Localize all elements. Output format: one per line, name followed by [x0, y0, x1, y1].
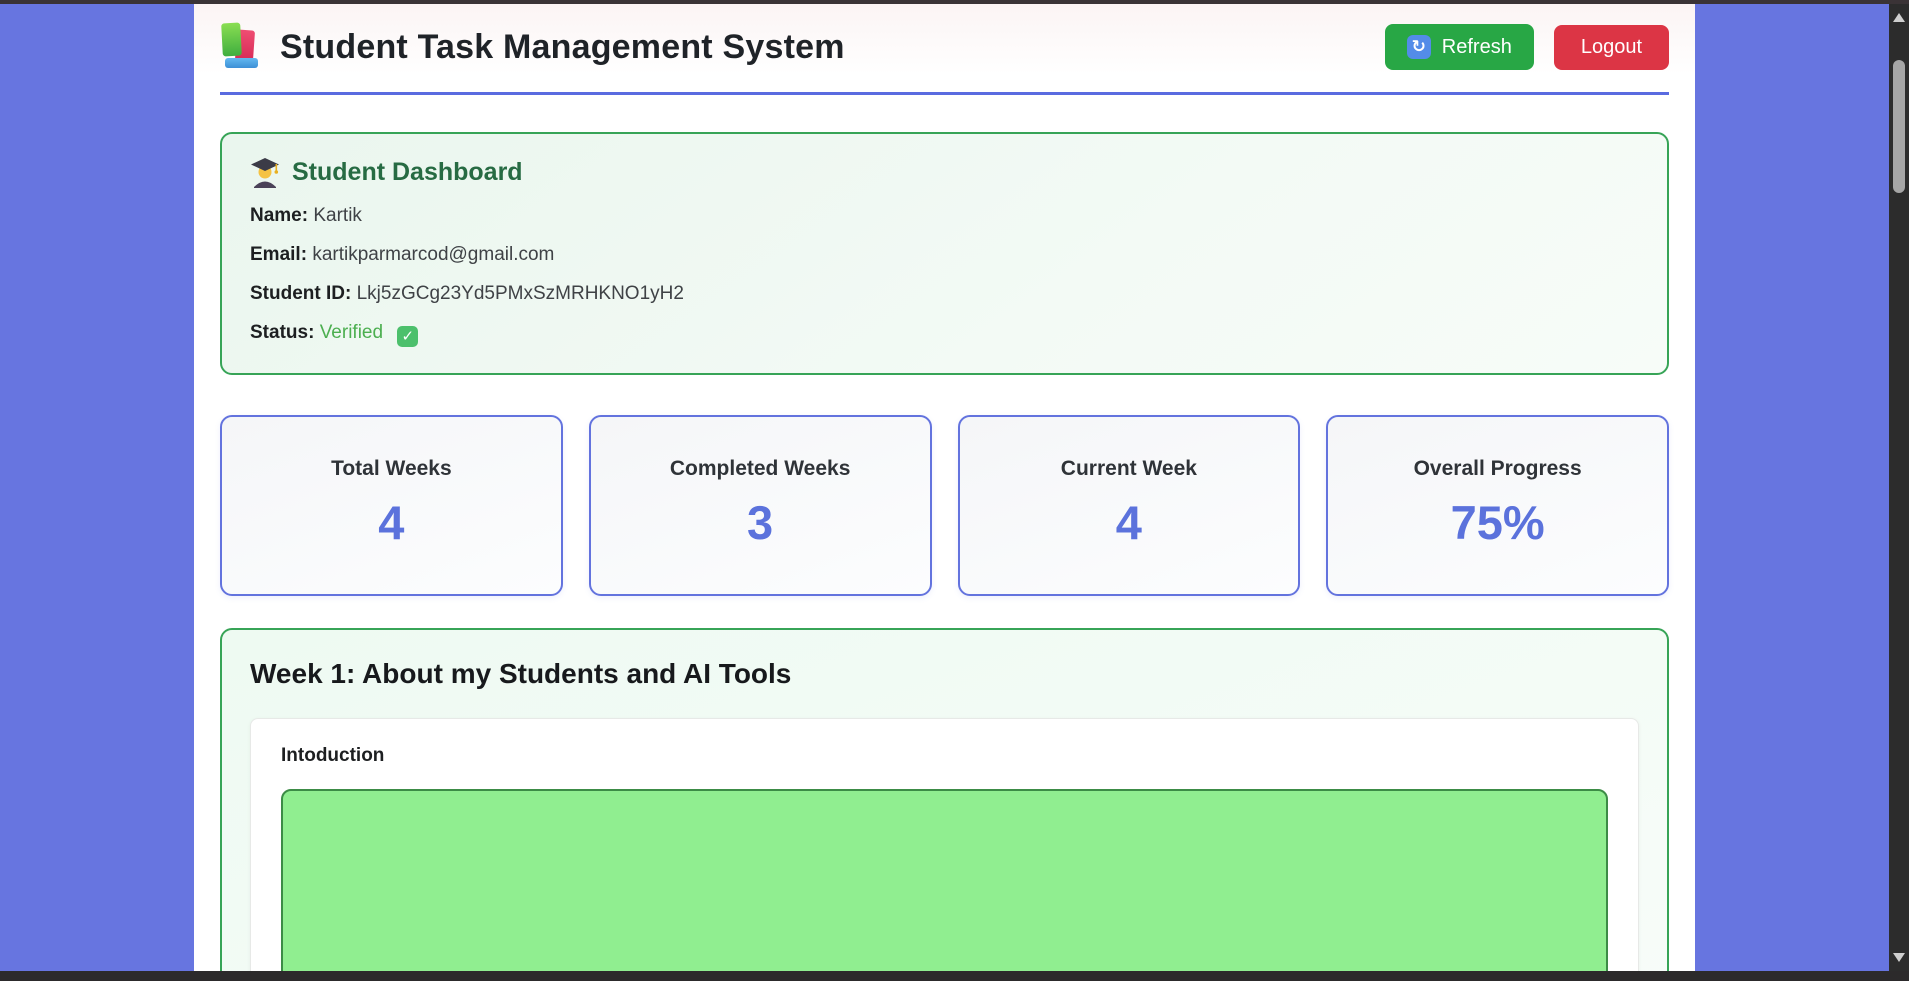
dashboard-title: Student Dashboard	[292, 158, 523, 187]
header-actions: ↻ Refresh Logout	[1385, 24, 1669, 70]
stat-label: Overall Progress	[1328, 457, 1667, 481]
stat-card-completed-weeks: Completed Weeks 3	[589, 415, 932, 596]
graduate-icon	[250, 156, 280, 188]
stat-label: Total Weeks	[222, 457, 561, 481]
logout-button-label: Logout	[1581, 36, 1642, 59]
logout-button[interactable]: Logout	[1554, 25, 1669, 70]
scrollbar-down-arrow-icon[interactable]	[1893, 953, 1905, 962]
app-header: Student Task Management System ↻ Refresh…	[220, 4, 1669, 95]
scrollbar-thumb[interactable]	[1893, 60, 1905, 193]
stat-label: Completed Weeks	[591, 457, 930, 481]
field-email-value: kartikparmarcod@gmail.com	[312, 244, 554, 265]
field-name: Name: Kartik	[250, 205, 1639, 227]
task-completed-box[interactable]	[281, 789, 1608, 981]
field-name-label: Name:	[250, 205, 308, 226]
task-label: Intoduction	[281, 745, 1608, 767]
week-1-title: Week 1: About my Students and AI Tools	[250, 658, 1639, 690]
window-bottom-edge	[0, 971, 1909, 981]
field-student-id-value: Lkj5zGCg23Yd5PMxSzMRHKNO1yH2	[357, 283, 684, 304]
check-icon: ✓	[397, 326, 418, 347]
field-email-label: Email:	[250, 244, 307, 265]
field-name-value: Kartik	[313, 205, 362, 226]
vertical-scrollbar[interactable]	[1889, 4, 1909, 971]
stat-label: Current Week	[960, 457, 1299, 481]
refresh-icon: ↻	[1407, 35, 1431, 59]
refresh-button-label: Refresh	[1442, 36, 1512, 59]
field-status: Status: Verified ✓	[250, 322, 1639, 347]
page-title: Student Task Management System	[280, 28, 845, 67]
task-card-introduction: Intoduction	[250, 718, 1639, 981]
books-icon	[220, 22, 266, 72]
stats-row: Total Weeks 4 Completed Weeks 3 Current …	[220, 415, 1669, 596]
stat-value: 75%	[1328, 495, 1667, 550]
field-student-id: Student ID: Lkj5zGCg23Yd5PMxSzMRHKNO1yH2	[250, 283, 1639, 305]
app-brand: Student Task Management System	[220, 22, 845, 72]
main-content: Student Task Management System ↻ Refresh…	[194, 4, 1695, 981]
stat-card-total-weeks: Total Weeks 4	[220, 415, 563, 596]
week-1-card: Week 1: About my Students and AI Tools I…	[220, 628, 1669, 981]
book-green-shape	[221, 23, 242, 57]
stat-value: 4	[222, 495, 561, 550]
field-student-id-label: Student ID:	[250, 283, 351, 304]
window-top-edge	[0, 0, 1909, 4]
field-email: Email: kartikparmarcod@gmail.com	[250, 244, 1639, 266]
stat-value: 3	[591, 495, 930, 550]
stat-card-overall-progress: Overall Progress 75%	[1326, 415, 1669, 596]
field-status-value: Verified	[320, 322, 383, 343]
book-blue-shape	[225, 58, 258, 68]
stat-card-current-week: Current Week 4	[958, 415, 1301, 596]
dashboard-title-row: Student Dashboard	[250, 156, 1639, 188]
field-status-label: Status:	[250, 322, 314, 343]
stat-value: 4	[960, 495, 1299, 550]
student-dashboard-card: Student Dashboard Name: Kartik Email: ka…	[220, 132, 1669, 375]
refresh-button[interactable]: ↻ Refresh	[1385, 24, 1534, 70]
scrollbar-up-arrow-icon[interactable]	[1893, 13, 1905, 22]
